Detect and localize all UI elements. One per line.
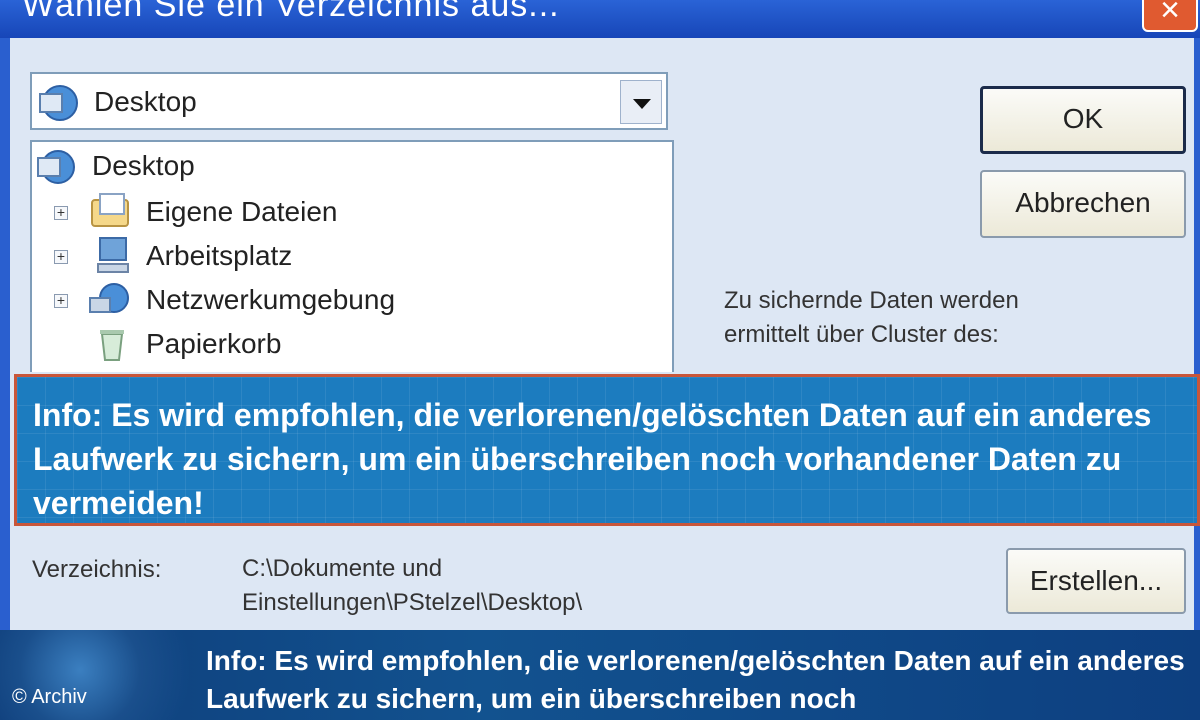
info-banner-text: Info: Es wird empfohlen, die verlorenen/…	[33, 397, 1152, 521]
directory-label: Verzeichnis:	[32, 556, 162, 583]
bottom-caption-banner: Info: Es wird empfohlen, die verlorenen/…	[0, 630, 1200, 720]
tree-item-label: Netzwerkumgebung	[146, 284, 396, 315]
tree-item-netzwerkumgebung[interactable]: + Netzwerkumgebung	[32, 280, 652, 320]
desktop-icon	[38, 84, 82, 127]
cluster-info-line: Zu sichernde Daten werden	[724, 287, 1019, 314]
folder-tree[interactable]: Desktop + Eigene Dateien + Arbeitsplatz …	[30, 140, 674, 372]
tree-item-label: Papierkorb	[146, 328, 282, 359]
ok-button[interactable]: OK	[980, 86, 1186, 154]
create-button[interactable]: Erstellen...	[1006, 548, 1186, 614]
window-title: Wählen Sie ein Verzeichnis aus...	[22, 0, 560, 24]
title-bar: Wählen Sie ein Verzeichnis aus...	[0, 0, 1200, 38]
cluster-info-line: ermittelt über Cluster des:	[724, 321, 999, 348]
directory-path-line: Einstellungen\PStelzel\Desktop\	[242, 589, 583, 616]
info-banner: Info: Es wird empfohlen, die verlorenen/…	[14, 374, 1200, 526]
cancel-button[interactable]: Abbrechen	[980, 170, 1186, 238]
directory-path: C:\Dokumente und Einstellungen\PStelzel\…	[242, 552, 762, 620]
desktop-icon	[36, 148, 80, 191]
expand-icon[interactable]: +	[54, 249, 68, 264]
folder-icon	[88, 192, 134, 235]
expand-icon[interactable]: +	[54, 205, 68, 220]
tree-item-label: Arbeitsplatz	[146, 240, 293, 271]
folder-dropdown[interactable]: Desktop	[30, 72, 668, 130]
chevron-down-icon	[633, 99, 651, 109]
tree-item-eigene-dateien[interactable]: + Eigene Dateien	[32, 192, 652, 232]
close-icon: ×	[1160, 0, 1180, 29]
tree-item-papierkorb[interactable]: Papierkorb	[32, 324, 652, 364]
expand-icon[interactable]: +	[54, 293, 68, 308]
computer-icon	[92, 236, 132, 281]
recycle-bin-icon	[92, 324, 132, 369]
tree-item-desktop[interactable]: Desktop	[32, 146, 652, 186]
directory-path-line: C:\Dokumente und	[242, 555, 443, 582]
tree-item-label: Desktop	[92, 150, 195, 181]
folder-dropdown-value: Desktop	[94, 86, 197, 117]
bottom-caption-text: Info: Es wird empfohlen, die verlorenen/…	[206, 645, 1185, 714]
tree-item-arbeitsplatz[interactable]: + Arbeitsplatz	[32, 236, 652, 276]
network-icon	[86, 280, 134, 325]
dropdown-arrow-button[interactable]	[620, 80, 662, 124]
close-button[interactable]: ×	[1142, 0, 1198, 32]
cluster-info-text: Zu sichernde Daten werden ermittelt über…	[724, 284, 1164, 352]
tree-item-label: Eigene Dateien	[146, 196, 338, 227]
copyright-notice: © Archiv	[12, 686, 87, 708]
